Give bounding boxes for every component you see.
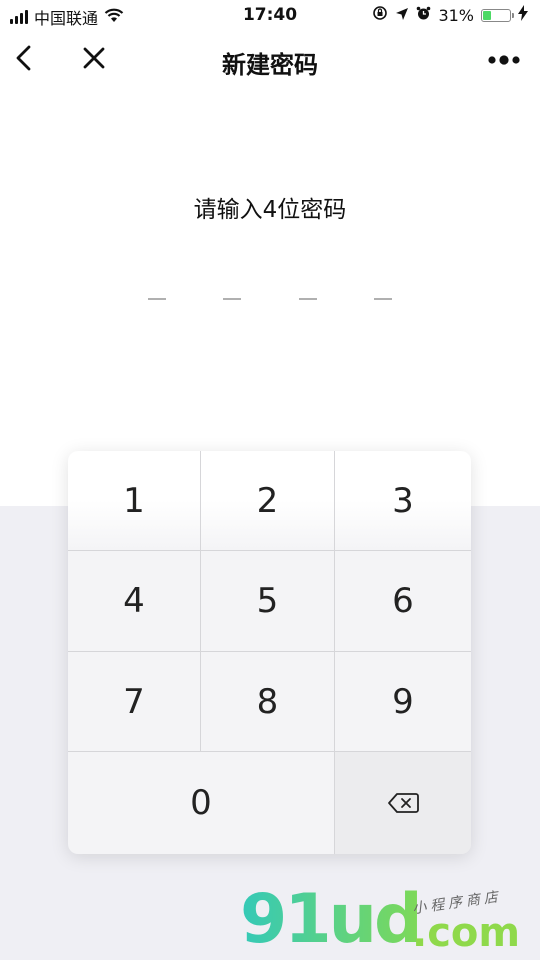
pin-input[interactable] [148, 298, 392, 300]
location-icon [395, 6, 409, 25]
pin-slot [148, 298, 166, 300]
key-7[interactable]: 7 [68, 652, 201, 752]
backspace-icon [387, 783, 419, 823]
key-5[interactable]: 5 [201, 551, 335, 652]
delete-button[interactable] [335, 752, 471, 854]
more-button[interactable] [484, 44, 524, 76]
key-2[interactable]: 2 [201, 451, 335, 551]
status-right: 31% [372, 5, 528, 25]
pin-slot [373, 298, 392, 300]
orientation-lock-icon [372, 5, 388, 25]
pin-prompt: 请输入4位密码 [193, 197, 347, 223]
watermark-brand: 91ud [240, 880, 423, 959]
key-4[interactable]: 4 [68, 551, 201, 652]
key-6[interactable]: 6 [335, 551, 471, 652]
pin-slot [298, 298, 317, 300]
pin-slot [223, 298, 242, 300]
battery-fill [483, 10, 492, 20]
key-1[interactable]: 1 [68, 451, 201, 551]
nav-bar: 新建密码 [0, 30, 540, 90]
more-icon [486, 51, 522, 70]
alarm-icon [416, 6, 431, 25]
watermark-suffix: .com [412, 910, 521, 956]
key-9[interactable]: 9 [335, 652, 471, 752]
charging-icon [518, 5, 528, 25]
watermark-logo: 91ud 小程序商店 .com [240, 880, 540, 960]
key-8[interactable]: 8 [201, 652, 335, 752]
numeric-keypad: 1 2 3 4 5 6 7 8 9 0 [68, 451, 471, 854]
key-3[interactable]: 3 [335, 451, 471, 551]
status-bar: 中国联通 17:40 31% [0, 0, 540, 30]
page-title: 新建密码 [222, 51, 318, 79]
battery-icon [481, 8, 514, 22]
key-0[interactable]: 0 [68, 752, 335, 854]
battery-percent: 31% [438, 5, 474, 25]
